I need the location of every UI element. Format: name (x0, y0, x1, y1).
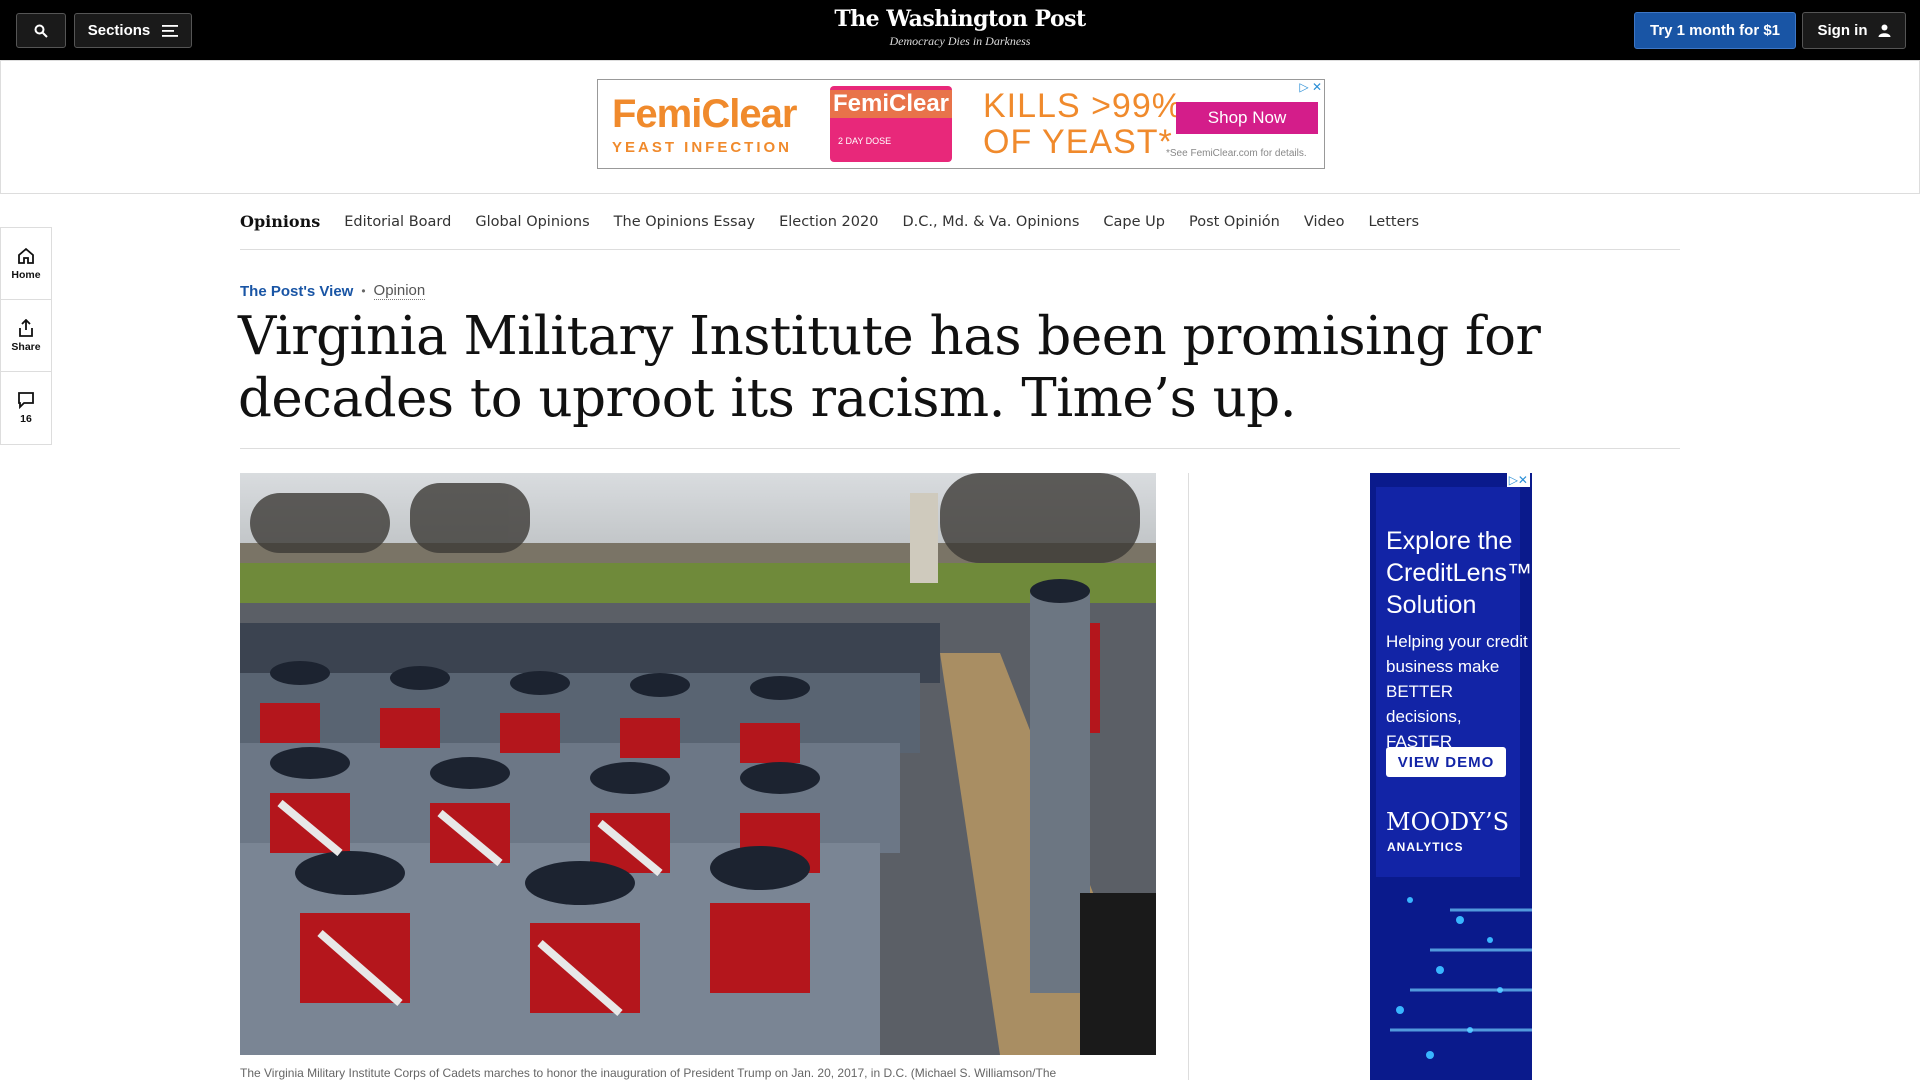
menu-icon (162, 24, 179, 37)
sign-in-label: Sign in (1817, 22, 1868, 39)
subnav-item-local-opinions[interactable]: D.C., Md. & Va. Opinions (902, 214, 1079, 230)
ad-product-box: FemiClear 2 DAY DOSE (830, 86, 952, 162)
femiclear-ad[interactable]: FemiClear YEAST INFECTION FemiClear 2 DA… (597, 79, 1325, 169)
ad-choices-icon[interactable]: ▷✕ (1506, 473, 1530, 487)
rail-share-button[interactable]: Share (1, 300, 51, 372)
search-icon (34, 24, 48, 38)
side-ad-light-graphic (1390, 897, 1532, 1059)
rail-home-label: Home (11, 268, 41, 281)
side-ad-view-demo-button[interactable]: VIEW DEMO (1386, 747, 1506, 777)
sign-in-button[interactable]: Sign in (1802, 12, 1906, 49)
sections-button[interactable]: Sections (74, 13, 192, 48)
comment-icon (18, 392, 34, 409)
column-divider (1188, 473, 1189, 1080)
lead-photo[interactable] (240, 473, 1156, 1055)
cadets-photo-image (240, 473, 1156, 1055)
opinions-subnav: Opinions Editorial Board Global Opinions… (240, 194, 1680, 250)
rail-comments-button[interactable]: 16 (1, 372, 51, 444)
ad-claim-line2: OF YEAST* (983, 123, 1173, 161)
subnav-item-opinions-essay[interactable]: The Opinions Essay (614, 214, 755, 230)
side-ad-body: Helping your credit business make BETTER… (1386, 632, 1528, 751)
headline-divider (240, 448, 1680, 449)
article-headline: Virginia Military Institute has been pro… (238, 306, 1541, 429)
ad-choices-icon[interactable]: ▷ ✕ (1299, 80, 1322, 94)
side-ad-brand-sub: ANALYTICS (1387, 840, 1464, 854)
subnav-item-cape-up[interactable]: Cape Up (1103, 214, 1165, 230)
rail-share-label: Share (11, 340, 41, 353)
masthead[interactable]: The Washington Post Democracy Dies in Da… (810, 6, 1110, 49)
ad-brand: FemiClear YEAST INFECTION (612, 92, 797, 156)
site-logo[interactable]: The Washington Post (810, 6, 1110, 32)
search-button[interactable] (16, 13, 66, 48)
series-link[interactable]: The Post's View (240, 283, 353, 300)
ad-shop-now-button[interactable]: Shop Now (1176, 102, 1318, 134)
subnav-item-election-2020[interactable]: Election 2020 (779, 214, 878, 230)
kicker-separator: • (361, 284, 366, 298)
subnav-item-editorial-board[interactable]: Editorial Board (344, 214, 451, 230)
rail-comments-count: 16 (20, 413, 32, 425)
subnav-title[interactable]: Opinions (240, 212, 320, 231)
opinion-label[interactable]: Opinion (373, 282, 426, 300)
ad-claim: KILLS >99% OF YEAST* (983, 88, 1183, 160)
moodys-side-ad[interactable]: Explore the CreditLens™ Solution Helping… (1370, 473, 1532, 1080)
subnav-item-post-opinion[interactable]: Post Opinión (1189, 214, 1280, 230)
user-icon (1878, 24, 1890, 37)
side-ad-headline: Explore the CreditLens™ Solution (1386, 527, 1532, 619)
top-bar: Sections The Washington Post Democracy D… (0, 0, 1920, 60)
photo-caption: The Virginia Military Institute Corps of… (240, 1066, 1057, 1080)
share-icon (19, 318, 33, 337)
ad-box-dose: 2 DAY DOSE (838, 136, 892, 146)
ad-brand-name: FemiClear (612, 92, 797, 136)
ad-fine-print: *See FemiClear.com for details. (1166, 148, 1307, 159)
top-ad-band: FemiClear YEAST INFECTION FemiClear 2 DA… (0, 60, 1920, 194)
subnav-item-video[interactable]: Video (1304, 214, 1345, 230)
ad-box-brand: FemiClear (830, 90, 952, 118)
article-kicker: The Post's View • Opinion (240, 282, 426, 300)
site-tagline: Democracy Dies in Darkness (889, 34, 1031, 48)
subnav-item-letters[interactable]: Letters (1368, 214, 1419, 230)
ad-claim-line1: KILLS >99% (983, 87, 1183, 125)
side-ad-brand: MOODY’S (1386, 808, 1510, 836)
home-icon (18, 247, 34, 264)
ad-brand-sub: YEAST INFECTION (612, 139, 793, 156)
subnav-item-global-opinions[interactable]: Global Opinions (475, 214, 589, 230)
rail-home-button[interactable]: Home (1, 228, 51, 300)
sections-label: Sections (87, 22, 151, 39)
subscribe-button[interactable]: Try 1 month for $1 (1634, 12, 1796, 49)
left-action-rail: Home Share 16 (0, 227, 52, 445)
